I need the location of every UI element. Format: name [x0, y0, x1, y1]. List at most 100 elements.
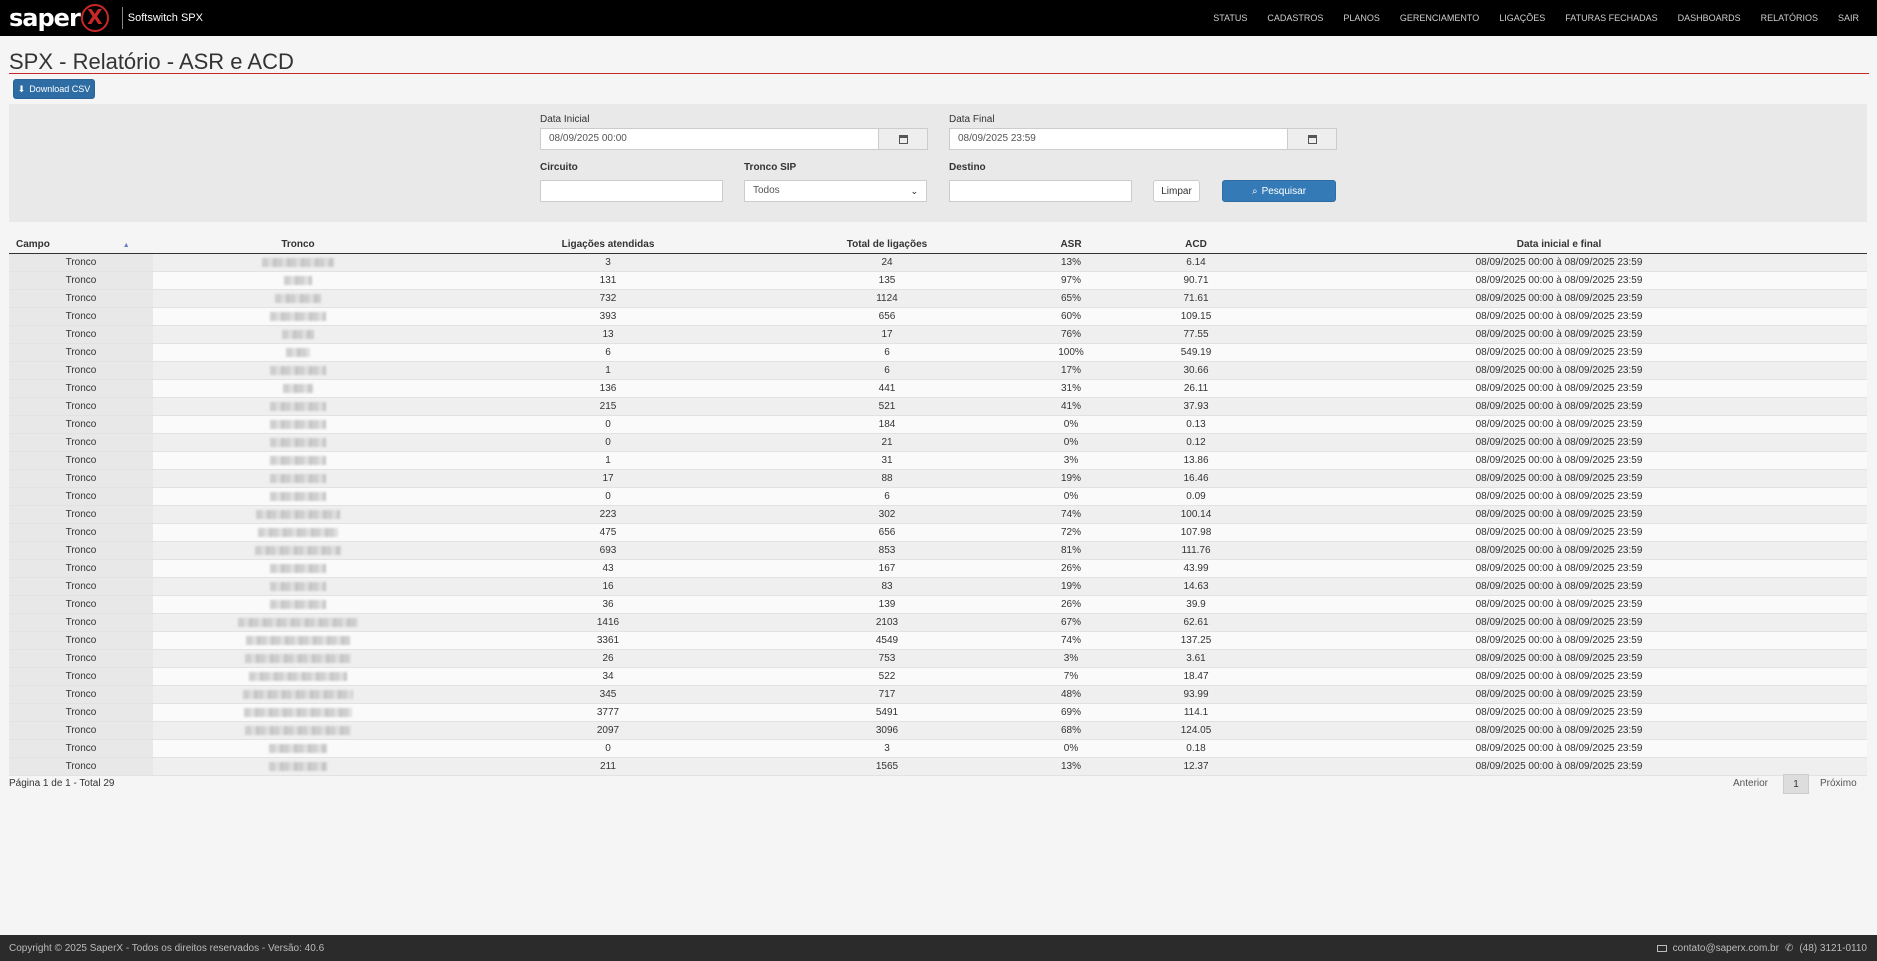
envelope-icon — [1656, 944, 1667, 952]
table-row: Tronco 0 6 0% 0.09 08/09/2025 00:00 à 08/09/2… — [9, 487, 1867, 506]
cell-total: 4549 — [773, 631, 1001, 650]
cell-atendidas: 3361 — [443, 631, 773, 650]
cell-campo: Tronco — [9, 703, 153, 722]
cell-atendidas: 13 — [443, 325, 773, 344]
contact-email[interactable]: contato@saperx.com.br — [1673, 943, 1779, 954]
redacted-tronco-name — [245, 653, 351, 663]
table-row: Tronco 0 184 0% 0.13 08/09/2025 00:00 à 08/09… — [9, 415, 1867, 434]
cell-total: 753 — [773, 649, 1001, 668]
redacted-tronco-name — [255, 545, 341, 555]
brand-logo[interactable]: saper X — [9, 0, 109, 36]
cell-acd: 62.61 — [1141, 613, 1251, 632]
cell-campo: Tronco — [9, 415, 153, 434]
circuito-input[interactable] — [540, 180, 723, 202]
pagination-current-page[interactable]: 1 — [1783, 774, 1809, 794]
nav-item-dashboards[interactable]: DASHBOARDS — [1678, 13, 1741, 23]
column-header-label: Campo — [16, 239, 50, 250]
column-header-total[interactable]: Total de ligações — [773, 236, 1001, 254]
cell-acd: 26.11 — [1141, 379, 1251, 398]
table-row: Tronco 223 302 74% 100.14 08/09/2025 00:00 à … — [9, 505, 1867, 524]
cell-total: 6 — [773, 487, 1001, 506]
cell-periodo: 08/09/2025 00:00 à 08/09/2025 23:59 — [1251, 649, 1867, 668]
cell-tronco — [153, 631, 443, 650]
download-csv-button[interactable]: ⬇ Download CSV — [13, 79, 95, 99]
cell-acd: 107.98 — [1141, 523, 1251, 542]
column-header-campo[interactable]: Campo ▲ — [9, 236, 153, 254]
cell-periodo: 08/09/2025 00:00 à 08/09/2025 23:59 — [1251, 487, 1867, 506]
cell-campo: Tronco — [9, 307, 153, 326]
cell-periodo: 08/09/2025 00:00 à 08/09/2025 23:59 — [1251, 739, 1867, 758]
copyright-text: Copyright © 2025 SaperX - Todos os direi… — [9, 942, 325, 954]
data-final-input[interactable]: 08/09/2025 23:59 — [949, 128, 1288, 150]
redacted-tronco-name — [284, 275, 312, 285]
table-row: Tronco 0 3 0% 0.18 08/09/2025 00:00 à 08/09/2… — [9, 739, 1867, 758]
pagination-prev[interactable]: Anterior — [1733, 778, 1768, 789]
redacted-tronco-name — [262, 257, 334, 267]
cell-periodo: 08/09/2025 00:00 à 08/09/2025 23:59 — [1251, 343, 1867, 362]
cell-periodo: 08/09/2025 00:00 à 08/09/2025 23:59 — [1251, 703, 1867, 722]
table-body: Tronco 3 24 13% 6.14 08/09/2025 00:00 à 08/09… — [9, 253, 1867, 776]
pagination-next[interactable]: Próximo — [1820, 778, 1857, 789]
nav-item-gerenciamento[interactable]: GERENCIAMENTO — [1400, 13, 1479, 23]
top-navbar: saper X Softswitch SPX STATUS CADASTROS … — [0, 0, 1877, 36]
cell-atendidas: 16 — [443, 577, 773, 596]
table-row: Tronco 34 522 7% 18.47 08/09/2025 00:00 à 08/… — [9, 667, 1867, 686]
cell-campo: Tronco — [9, 271, 153, 290]
table-header-row: Campo ▲ Tronco Ligações atendidas Total … — [9, 236, 1867, 254]
calendar-icon — [1307, 134, 1317, 144]
column-header-atendidas[interactable]: Ligações atendidas — [443, 236, 773, 254]
cell-atendidas: 1 — [443, 361, 773, 380]
nav-item-cadastros[interactable]: CADASTROS — [1267, 13, 1323, 23]
nav-item-ligacoes[interactable]: LIGAÇÕES — [1499, 13, 1545, 23]
redacted-tronco-name — [245, 725, 351, 735]
cell-campo: Tronco — [9, 361, 153, 380]
data-final-calendar-button[interactable] — [1287, 128, 1337, 150]
cell-tronco — [153, 361, 443, 380]
cell-periodo: 08/09/2025 00:00 à 08/09/2025 23:59 — [1251, 523, 1867, 542]
cell-periodo: 08/09/2025 00:00 à 08/09/2025 23:59 — [1251, 685, 1867, 704]
table-row: Tronco 1 31 3% 13.86 08/09/2025 00:00 à 08/09… — [9, 451, 1867, 470]
redacted-tronco-name — [282, 329, 314, 339]
nav-item-sair[interactable]: SAIR — [1838, 13, 1859, 23]
table-row: Tronco 732 1124 65% 71.61 08/09/2025 00:00 à … — [9, 289, 1867, 308]
cell-tronco — [153, 415, 443, 434]
pesquisar-button[interactable]: ⌕ Pesquisar — [1222, 180, 1336, 202]
column-header-periodo[interactable]: Data inicial e final — [1251, 236, 1867, 254]
destino-input[interactable] — [949, 180, 1132, 202]
cell-total: 83 — [773, 577, 1001, 596]
redacted-tronco-name — [283, 383, 313, 393]
column-header-acd[interactable]: ACD — [1141, 236, 1251, 254]
column-header-tronco[interactable]: Tronco — [153, 236, 443, 254]
cell-periodo: 08/09/2025 00:00 à 08/09/2025 23:59 — [1251, 433, 1867, 452]
cell-tronco — [153, 523, 443, 542]
cell-acd: 549.19 — [1141, 343, 1251, 362]
limpar-button[interactable]: Limpar — [1153, 180, 1200, 202]
cell-atendidas: 136 — [443, 379, 773, 398]
redacted-tronco-name — [270, 419, 326, 429]
tronco-sip-select[interactable]: Todos ⌄ — [744, 180, 927, 202]
cell-tronco — [153, 577, 443, 596]
nav-item-planos[interactable]: PLANOS — [1343, 13, 1380, 23]
nav-item-relatorios[interactable]: RELATÓRIOS — [1761, 13, 1818, 23]
data-inicial-calendar-button[interactable] — [878, 128, 928, 150]
sort-asc-icon: ▲ — [122, 242, 130, 249]
logo-x-mark: X — [80, 4, 109, 32]
nav-item-status[interactable]: STATUS — [1213, 13, 1247, 23]
cell-campo: Tronco — [9, 397, 153, 416]
table-row: Tronco 16 83 19% 14.63 08/09/2025 00:00 à 08/… — [9, 577, 1867, 596]
redacted-tronco-name — [275, 293, 321, 303]
cell-asr: 0% — [1001, 487, 1141, 506]
cell-atendidas: 345 — [443, 685, 773, 704]
nav-item-faturas-fechadas[interactable]: FATURAS FECHADAS — [1565, 13, 1657, 23]
cell-campo: Tronco — [9, 469, 153, 488]
column-header-asr[interactable]: ASR — [1001, 236, 1141, 254]
cell-campo: Tronco — [9, 613, 153, 632]
cell-acd: 37.93 — [1141, 397, 1251, 416]
cell-total: 6 — [773, 343, 1001, 362]
calendar-icon — [898, 134, 908, 144]
cell-acd: 12.37 — [1141, 757, 1251, 776]
cell-atendidas: 1 — [443, 451, 773, 470]
cell-asr: 13% — [1001, 253, 1141, 272]
data-inicial-input[interactable]: 08/09/2025 00:00 — [540, 128, 879, 150]
chevron-down-icon: ⌄ — [910, 186, 918, 196]
